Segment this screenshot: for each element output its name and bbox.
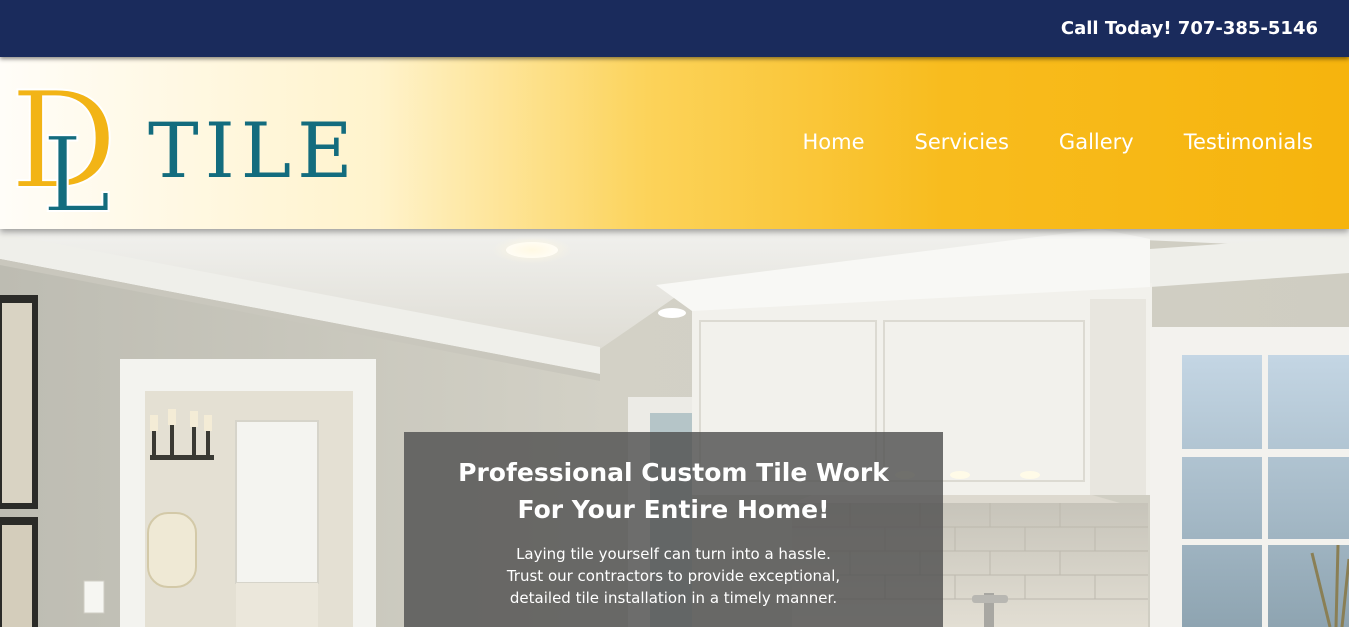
nav-home[interactable]: Home	[803, 127, 865, 157]
hero-title: Professional Custom Tile Work For Your E…	[424, 454, 923, 528]
site-header: D L TILE Home Servicies Gallery Testimon…	[0, 57, 1349, 229]
hero-title-line-2: For Your Entire Home!	[517, 495, 830, 524]
hero-text-line-2: Trust our contractors to provide excepti…	[506, 567, 841, 585]
call-today-phone[interactable]: Call Today! 707-385-5146	[1061, 17, 1318, 41]
hero-text-box: Professional Custom Tile Work For Your E…	[404, 432, 943, 627]
top-bar: Call Today! 707-385-5146	[0, 0, 1349, 57]
hero-description: Laying tile yourself can turn into a has…	[444, 543, 903, 609]
nav-services[interactable]: Servicies	[915, 127, 1009, 157]
hero-title-line-1: Professional Custom Tile Work	[458, 458, 889, 487]
logo-letter-l: L	[42, 114, 111, 219]
logo-word-tile: TILE	[148, 106, 348, 195]
nav-testimonials[interactable]: Testimonials	[1184, 127, 1313, 157]
dl-tile-logo[interactable]: D L TILE	[8, 71, 348, 219]
main-nav: Home Servicies Gallery Testimonials	[803, 127, 1313, 157]
nav-gallery[interactable]: Gallery	[1059, 127, 1134, 157]
hero-text-line-3: detailed tile installation in a timely m…	[509, 589, 838, 607]
hero-text-line-1: Laying tile yourself can turn into a has…	[516, 545, 831, 563]
hero-section: Professional Custom Tile Work For Your E…	[0, 229, 1349, 627]
